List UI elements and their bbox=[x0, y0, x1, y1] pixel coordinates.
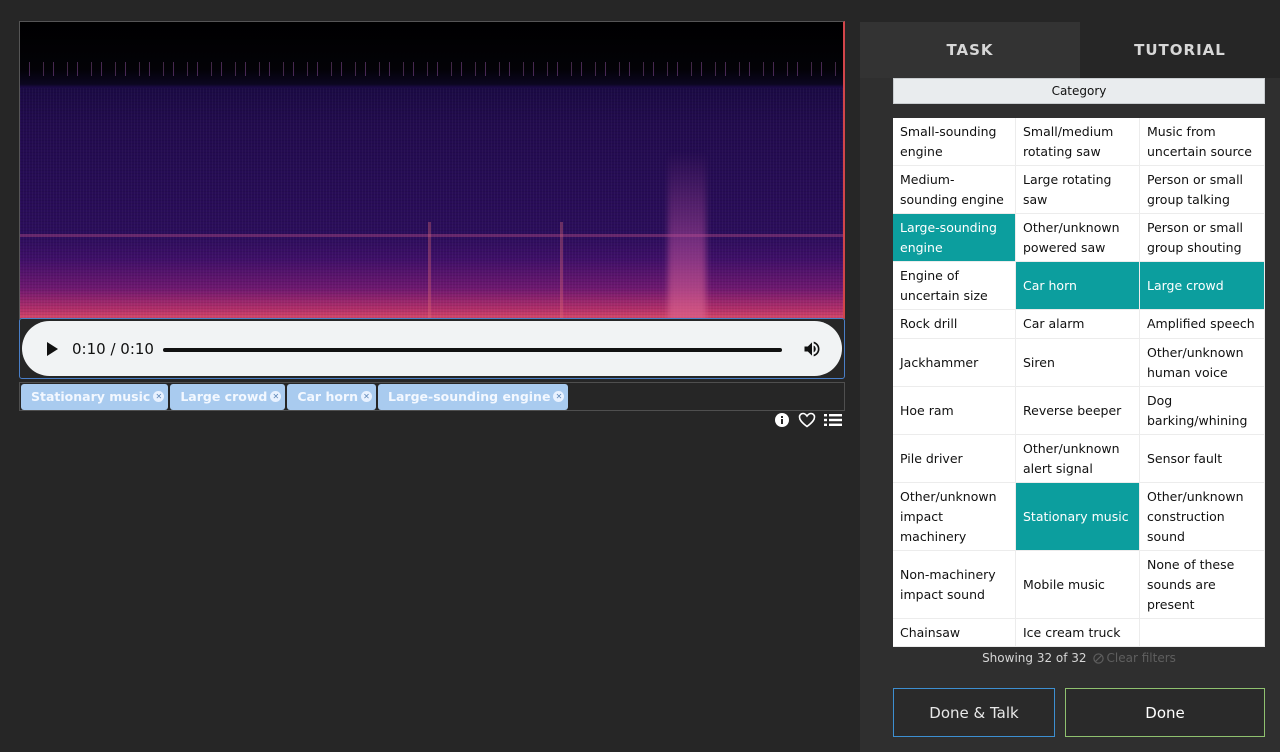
play-icon[interactable] bbox=[46, 341, 60, 357]
audio-player-controls: 0:10 / 0:10 bbox=[22, 321, 842, 376]
selected-tags-bar: Stationary music ✕ Large crowd ✕ Car horn ✕ La… bbox=[19, 382, 845, 411]
category-option[interactable]: Reverse beeper bbox=[1016, 387, 1140, 435]
annotation-panel: TASK TUTORIAL Category Small-sounding en… bbox=[860, 22, 1280, 752]
category-option[interactable]: Other/unknown construction sound bbox=[1140, 483, 1265, 551]
list-icon[interactable] bbox=[824, 412, 842, 432]
selected-tag[interactable]: Large crowd ✕ bbox=[170, 383, 286, 410]
spectrogram[interactable] bbox=[19, 21, 845, 319]
progress-bar[interactable] bbox=[163, 348, 782, 352]
category-option[interactable]: Hoe ram bbox=[893, 387, 1016, 435]
playback-time: 0:10 / 0:10 bbox=[72, 340, 154, 358]
category-option[interactable]: Car alarm bbox=[1016, 310, 1140, 339]
category-option[interactable]: Small/medium rotating saw bbox=[1016, 118, 1140, 166]
category-option[interactable]: Person or small group talking bbox=[1140, 166, 1265, 214]
category-option[interactable]: Large-sounding engine bbox=[893, 214, 1016, 262]
spectrogram-band bbox=[20, 234, 843, 237]
spectrogram-burst bbox=[668, 152, 706, 318]
category-option[interactable]: Other/unknown alert signal bbox=[1016, 435, 1140, 483]
category-option[interactable]: Small-sounding engine bbox=[893, 118, 1016, 166]
category-option[interactable]: Sensor fault bbox=[1140, 435, 1265, 483]
spectrogram-vertical-line bbox=[428, 222, 431, 318]
category-option[interactable]: Dog barking/whining bbox=[1140, 387, 1265, 435]
audio-player: 0:10 / 0:10 bbox=[19, 318, 845, 379]
clear-filters-link[interactable]: Clear filters bbox=[1092, 651, 1176, 665]
selected-tag[interactable]: Stationary music ✕ bbox=[21, 383, 169, 410]
category-option[interactable]: Pile driver bbox=[893, 435, 1016, 483]
heart-icon[interactable] bbox=[798, 412, 816, 432]
tag-label: Car horn bbox=[297, 389, 359, 404]
category-option[interactable]: Siren bbox=[1016, 339, 1140, 387]
category-header[interactable]: Category bbox=[893, 78, 1265, 104]
category-option[interactable]: Amplified speech bbox=[1140, 310, 1265, 339]
category-option[interactable]: Car horn bbox=[1016, 262, 1140, 310]
spectrogram-vertical-line bbox=[560, 222, 563, 318]
volume-icon[interactable] bbox=[802, 339, 822, 359]
category-option[interactable]: Other/unknown human voice bbox=[1140, 339, 1265, 387]
selected-tag[interactable]: Car horn ✕ bbox=[287, 383, 377, 410]
spectrogram-speckles bbox=[20, 62, 843, 76]
category-option[interactable]: Music from uncertain source bbox=[1140, 118, 1265, 166]
category-option[interactable]: Large rotating saw bbox=[1016, 166, 1140, 214]
category-option[interactable]: Chainsaw bbox=[893, 619, 1016, 647]
category-option[interactable]: Large crowd bbox=[1140, 262, 1265, 310]
results-summary: Showing 32 of 32 Clear filters bbox=[893, 648, 1265, 668]
category-option[interactable]: Non-machinery impact sound bbox=[893, 551, 1016, 619]
showing-count: Showing 32 of 32 bbox=[982, 651, 1087, 665]
selected-tag[interactable]: Large-sounding engine ✕ bbox=[378, 383, 569, 410]
close-circle-icon[interactable]: ✕ bbox=[361, 391, 373, 402]
tab-tutorial[interactable]: TUTORIAL bbox=[1080, 22, 1280, 78]
done-button[interactable]: Done bbox=[1065, 688, 1265, 737]
category-option[interactable]: Other/unknown powered saw bbox=[1016, 214, 1140, 262]
spectrogram-noise bbox=[20, 88, 843, 318]
category-option[interactable]: Person or small group shouting bbox=[1140, 214, 1265, 262]
close-circle-icon[interactable]: ✕ bbox=[553, 391, 565, 402]
category-empty-cell bbox=[1140, 619, 1265, 647]
info-icon[interactable] bbox=[774, 412, 790, 432]
category-option[interactable]: Stationary music bbox=[1016, 483, 1140, 551]
category-option[interactable]: Medium-sounding engine bbox=[893, 166, 1016, 214]
category-option[interactable]: Mobile music bbox=[1016, 551, 1140, 619]
tag-label: Large-sounding engine bbox=[388, 389, 551, 404]
category-option[interactable]: Other/unknown impact machinery bbox=[893, 483, 1016, 551]
ban-icon bbox=[1092, 652, 1104, 664]
tab-task[interactable]: TASK bbox=[860, 22, 1080, 78]
close-circle-icon[interactable]: ✕ bbox=[153, 391, 165, 402]
category-option[interactable]: Rock drill bbox=[893, 310, 1016, 339]
category-option[interactable]: Jackhammer bbox=[893, 339, 1016, 387]
close-circle-icon[interactable]: ✕ bbox=[270, 391, 282, 402]
category-option[interactable]: None of these sounds are present bbox=[1140, 551, 1265, 619]
category-option[interactable]: Engine of uncertain size bbox=[893, 262, 1016, 310]
category-table: Small-sounding engine Small/medium rotati… bbox=[893, 118, 1265, 647]
clear-filters-label: Clear filters bbox=[1106, 651, 1176, 665]
tag-label: Stationary music bbox=[31, 389, 151, 404]
category-option[interactable]: Ice cream truck bbox=[1016, 619, 1140, 647]
tag-label: Large crowd bbox=[180, 389, 268, 404]
utility-icons bbox=[774, 412, 844, 432]
done-and-talk-button[interactable]: Done & Talk bbox=[893, 688, 1055, 737]
